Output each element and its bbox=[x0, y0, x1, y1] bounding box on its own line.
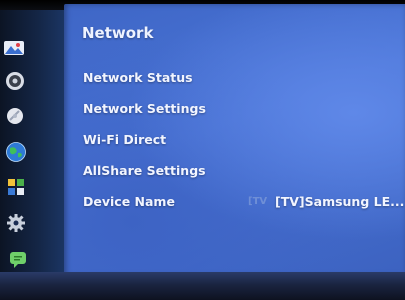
support-gear-icon[interactable] bbox=[5, 212, 27, 234]
sound-icon[interactable] bbox=[4, 70, 26, 92]
system-icon[interactable] bbox=[5, 176, 27, 198]
menu-item-network-settings[interactable]: Network Settings bbox=[83, 101, 206, 116]
device-name-ghost-prefix: [TV bbox=[248, 196, 268, 207]
settings-sidebar bbox=[0, 10, 64, 272]
tv-bezel-bottom bbox=[0, 272, 405, 300]
broadcast-icon[interactable] bbox=[4, 105, 26, 127]
picture-icon[interactable] bbox=[3, 37, 25, 59]
network-globe-icon[interactable] bbox=[5, 141, 27, 163]
support-chat-icon[interactable] bbox=[7, 248, 29, 270]
network-menu-panel: Network Network Status Network Settings … bbox=[64, 4, 405, 276]
menu-item-allshare-settings[interactable]: AllShare Settings bbox=[83, 163, 206, 178]
device-name-value: [TV]Samsung LE... bbox=[275, 194, 405, 209]
menu-item-network-status[interactable]: Network Status bbox=[83, 70, 193, 85]
menu-item-device-name[interactable]: Device Name bbox=[83, 194, 175, 209]
menu-item-wifi-direct[interactable]: Wi-Fi Direct bbox=[83, 132, 166, 147]
page-title: Network bbox=[82, 24, 154, 42]
